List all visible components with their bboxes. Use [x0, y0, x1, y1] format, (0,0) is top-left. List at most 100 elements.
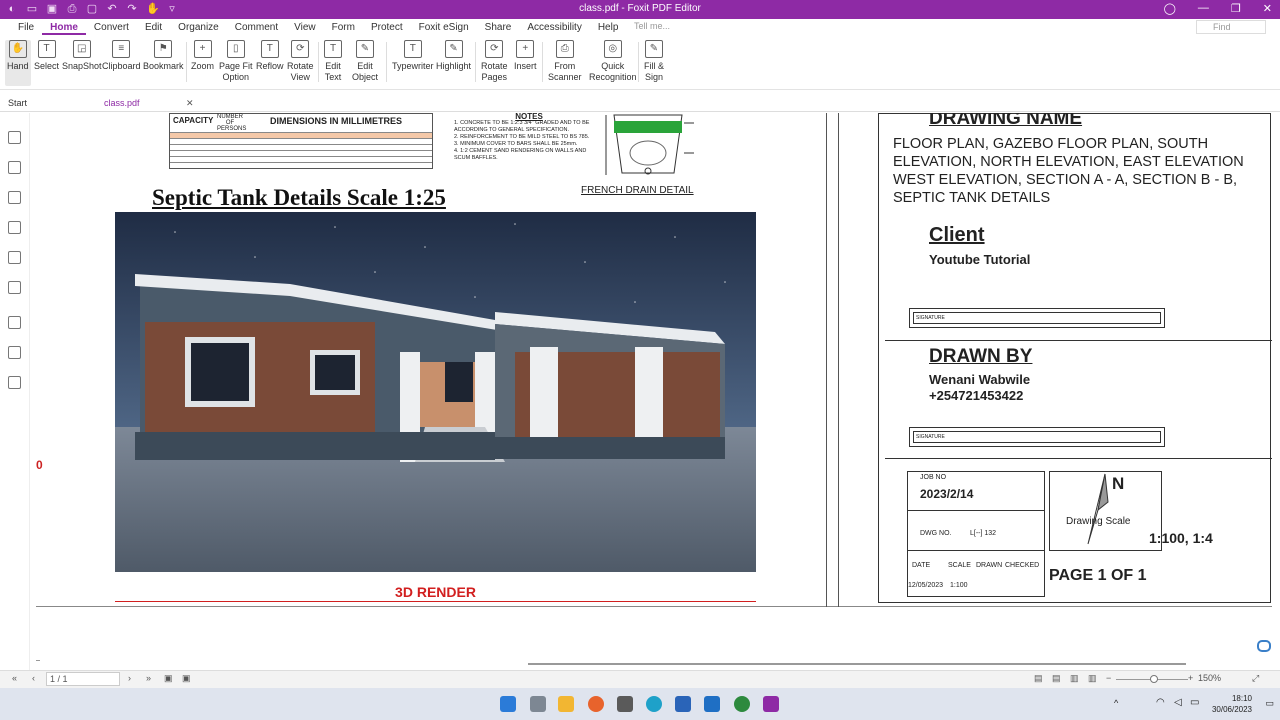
client-label: Client: [929, 224, 985, 246]
page-number-input[interactable]: 1 / 1: [46, 672, 120, 686]
continuous-facing-icon[interactable]: ▥: [1088, 673, 1097, 684]
menu-protect[interactable]: Protect: [363, 22, 411, 35]
tray-chevron-icon[interactable]: ^: [1114, 698, 1118, 708]
app-icon[interactable]: [675, 696, 691, 712]
highlight-button[interactable]: ✎ Highlight: [436, 40, 471, 72]
start-icon[interactable]: [500, 696, 516, 712]
job-no-label: JOB NO: [920, 474, 947, 481]
menu-share[interactable]: Share: [477, 22, 520, 35]
layers-panel-icon[interactable]: [8, 221, 21, 234]
app-icon[interactable]: [734, 696, 750, 712]
bookmarks-panel-icon[interactable]: [8, 131, 21, 144]
menu-home[interactable]: Home: [42, 22, 86, 35]
document-view[interactable]: 0 CAPACITY NUMBER OF PERSONS DIMENSIONS …: [31, 113, 1272, 661]
attachments-panel-icon[interactable]: [8, 251, 21, 264]
chat-icon[interactable]: [1257, 640, 1271, 652]
destinations-panel-icon[interactable]: [8, 316, 21, 329]
page-view-icon[interactable]: ▣: [164, 673, 173, 684]
window-title: class.pdf - Foxit PDF Editor: [579, 3, 701, 14]
foxit-icon[interactable]: [763, 696, 779, 712]
next-page-icon[interactable]: ›: [128, 673, 131, 683]
edit-text-button[interactable]: T Edit Text: [324, 40, 342, 83]
hand-button[interactable]: ✋ Hand: [5, 40, 31, 86]
previous-page-icon[interactable]: ‹: [32, 673, 35, 683]
battery-icon[interactable]: ▭: [1190, 697, 1199, 708]
fill-sign-button[interactable]: ✎ Fill & Sign: [644, 40, 664, 83]
content-panel-icon[interactable]: [8, 376, 21, 389]
fullscreen-icon[interactable]: ⤢: [1252, 673, 1259, 684]
menu-file[interactable]: File: [10, 22, 42, 35]
page-fit-option-button[interactable]: ▯ Page Fit Option: [219, 40, 253, 83]
horizontal-scrollbar[interactable]: [528, 663, 1186, 665]
continuous-page-icon[interactable]: ▤: [1052, 673, 1061, 684]
find-input[interactable]: Find: [1196, 20, 1266, 34]
wifi-icon[interactable]: ◠: [1156, 697, 1165, 708]
north-arrow-box: N Drawing Scale: [1049, 471, 1162, 551]
table-capacity-header: CAPACITY: [173, 116, 214, 125]
security-panel-icon[interactable]: [8, 281, 21, 294]
ribbon-separator: [638, 42, 639, 82]
signature-panel-icon[interactable]: [8, 346, 21, 359]
facing-page-icon[interactable]: ▥: [1070, 673, 1079, 684]
page-view-icon[interactable]: ▣: [182, 673, 191, 684]
pages-panel-icon[interactable]: [8, 161, 21, 174]
rotate-pages-button[interactable]: ⟳ Rotate Pages: [481, 40, 508, 83]
insert-button[interactable]: + Insert: [514, 40, 537, 72]
first-page-icon[interactable]: «: [12, 673, 17, 683]
menu-help[interactable]: Help: [590, 22, 627, 35]
menu-foxit-esign[interactable]: Foxit eSign: [411, 22, 477, 35]
bookmark-icon: ⚑: [154, 40, 173, 58]
menu-view[interactable]: View: [286, 22, 324, 35]
tab-class-pdf[interactable]: class.pdf: [104, 98, 140, 108]
from-scanner-button[interactable]: ⎙ From Scanner: [548, 40, 582, 83]
drawn-by-details: Wenani Wabwile +254721453422: [929, 372, 1030, 404]
menu-comment[interactable]: Comment: [227, 22, 286, 35]
close-tab-icon[interactable]: ✕: [186, 98, 194, 109]
quick-recognition-button[interactable]: ◎ Quick Recognition: [589, 40, 637, 83]
edit-object-button[interactable]: ✎ Edit Object: [352, 40, 378, 83]
close-button[interactable]: ✕: [1263, 2, 1272, 15]
zoom-level[interactable]: 150%: [1198, 673, 1221, 683]
firefox-icon[interactable]: [588, 696, 604, 712]
ocr-icon: ◎: [603, 40, 622, 58]
security-icon[interactable]: [704, 696, 720, 712]
volume-icon[interactable]: ◁: [1174, 697, 1182, 708]
zoom-button[interactable]: + Zoom: [191, 40, 214, 72]
status-bar: « ‹ 1 / 1 › » ▣ ▣ ▤ ▤ ▥ ▥ − + 150% ⤢: [0, 670, 1280, 688]
ribbon-toolbar: ✋ Hand T Select ◲ SnapShot ≡ Clipboard ⚑ Book…: [0, 36, 1280, 90]
snapshot-button[interactable]: ◲ SnapShot: [62, 40, 102, 72]
edge-icon[interactable]: [646, 696, 662, 712]
taskbar: ^ ◠ ◁ ▭ 18:10 30/06/2023 ▭: [0, 688, 1280, 720]
notification-icon[interactable]: ▭: [1265, 698, 1274, 709]
rotate-view-button[interactable]: ⟳ Rotate View: [287, 40, 314, 83]
account-icon[interactable]: ◯: [1164, 2, 1176, 15]
typewriter-button[interactable]: T Typewriter: [392, 40, 434, 72]
menu-convert[interactable]: Convert: [86, 22, 137, 35]
tab-start[interactable]: Start: [8, 98, 27, 108]
zoom-out-icon[interactable]: −: [1106, 673, 1111, 683]
reflow-button[interactable]: T Reflow: [256, 40, 284, 72]
menu-form[interactable]: Form: [324, 22, 363, 35]
menu-accessibility[interactable]: Accessibility: [519, 22, 589, 35]
note-item: 1. CONCRETE TO BE 1:2:3 3/4" GRADED AND …: [454, 120, 590, 133]
bookmark-button[interactable]: ⚑ Bookmark: [143, 40, 184, 72]
restore-button[interactable]: ❐: [1231, 2, 1241, 15]
menu-organize[interactable]: Organize: [170, 22, 227, 35]
title-bar: ◐ ▭ ▣ ⎙ ▢ ↶ ↷ ✋ ▿ class.pdf - Foxit PDF …: [0, 0, 1280, 19]
system-clock[interactable]: 18:10 30/06/2023: [1212, 693, 1252, 715]
file-explorer-icon[interactable]: [558, 696, 574, 712]
calculator-icon[interactable]: [617, 696, 633, 712]
minimize-button[interactable]: —: [1198, 2, 1209, 15]
drawing-name-label: DRAWING NAME: [929, 113, 1083, 129]
zoom-slider-handle[interactable]: [1150, 675, 1158, 683]
zoom-in-icon[interactable]: +: [1188, 673, 1193, 683]
clipboard-button[interactable]: ≡ Clipboard: [102, 40, 141, 72]
comments-panel-icon[interactable]: [8, 191, 21, 204]
last-page-icon[interactable]: »: [146, 673, 151, 683]
menu-edit[interactable]: Edit: [137, 22, 170, 35]
task-view-icon[interactable]: [530, 696, 546, 712]
single-page-icon[interactable]: ▤: [1034, 673, 1043, 684]
tell-me-input[interactable]: Tell me...: [634, 21, 670, 31]
table-number-header: NUMBER OF PERSONS: [217, 114, 247, 132]
select-button[interactable]: T Select: [34, 40, 59, 72]
